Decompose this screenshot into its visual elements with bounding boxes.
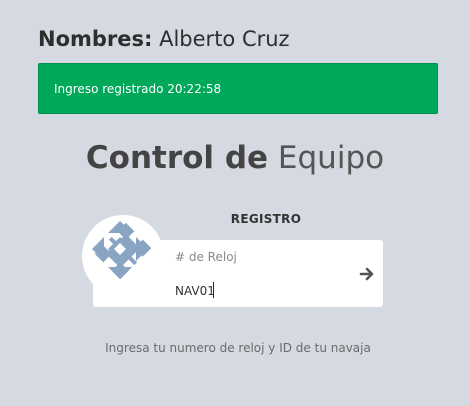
success-alert: Ingreso registrado 20:22:58 [38, 63, 438, 114]
page-title-bold: Control de [85, 140, 269, 176]
help-text: Ingresa tu numero de reloj y ID de tu na… [105, 341, 371, 355]
user-name-line: Nombres: Alberto Cruz [38, 27, 290, 51]
section-label: REGISTRO [230, 212, 302, 226]
page-title: Control de Equipo [0, 140, 470, 176]
alert-message: Ingreso registrado 20:22:58 [54, 82, 222, 96]
text-caret [213, 282, 214, 298]
identicon-avatar-icon [92, 221, 152, 280]
submit-button[interactable] [356, 263, 378, 285]
user-name-value: Alberto Cruz [159, 27, 290, 51]
user-name-label: Nombres: [38, 27, 153, 51]
page-title-light: Equipo [277, 140, 385, 176]
avatar [82, 215, 164, 297]
reloj-input[interactable] [175, 281, 345, 301]
arrow-right-icon [359, 267, 374, 281]
reloj-field-label: # de Reloj [175, 250, 237, 264]
